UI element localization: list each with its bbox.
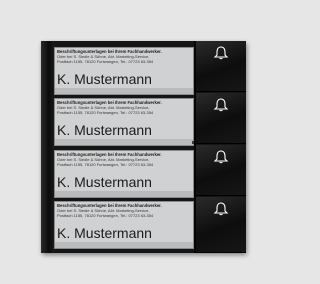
nameplate-name: K. Mustermann [57, 174, 152, 190]
bell-icon [213, 46, 229, 60]
doorbell-panel: Beschriftungsunterlagen bei Ihrem Fachha… [41, 41, 246, 253]
bell-button-2[interactable] [196, 93, 246, 144]
nameplate-name: K. Mustermann [57, 71, 152, 87]
bell-button-1[interactable] [196, 41, 246, 92]
bell-button-3[interactable] [196, 145, 246, 196]
bell-icon [213, 98, 229, 112]
nameplate-bar [55, 88, 193, 94]
bell-button-column [196, 41, 246, 253]
indicator-mark [192, 141, 194, 144]
nameplate-info-line: Postfach 1155, 78120 Furtwangen, Tel.: 0… [57, 213, 154, 218]
nameplate: Beschriftungsunterlagen bei Ihrem Fachha… [54, 150, 194, 198]
nameplate: Beschriftungsunterlagen bei Ihrem Fachha… [54, 47, 194, 95]
nameplate-name: K. Mustermann [57, 122, 152, 138]
nameplate-bar [55, 139, 193, 145]
nameplate-info-line: Postfach 1155, 78120 Furtwangen, Tel.: 0… [57, 59, 154, 64]
bell-button-4[interactable] [196, 197, 246, 253]
nameplate-info-line: Postfach 1155, 78120 Furtwangen, Tel.: 0… [57, 110, 154, 115]
nameplate: Beschriftungsunterlagen bei Ihrem Fachha… [54, 98, 194, 146]
nameplate-bar [55, 191, 193, 197]
nameplate-name: K. Mustermann [57, 225, 152, 241]
nameplate-info-line: Postfach 1155, 78120 Furtwangen, Tel.: 0… [57, 162, 154, 167]
panel-frame [41, 41, 54, 253]
nameplate-bar [55, 242, 193, 248]
bell-icon [213, 202, 229, 216]
nameplate: Beschriftungsunterlagen bei Ihrem Fachha… [54, 201, 194, 249]
bell-icon [213, 150, 229, 164]
